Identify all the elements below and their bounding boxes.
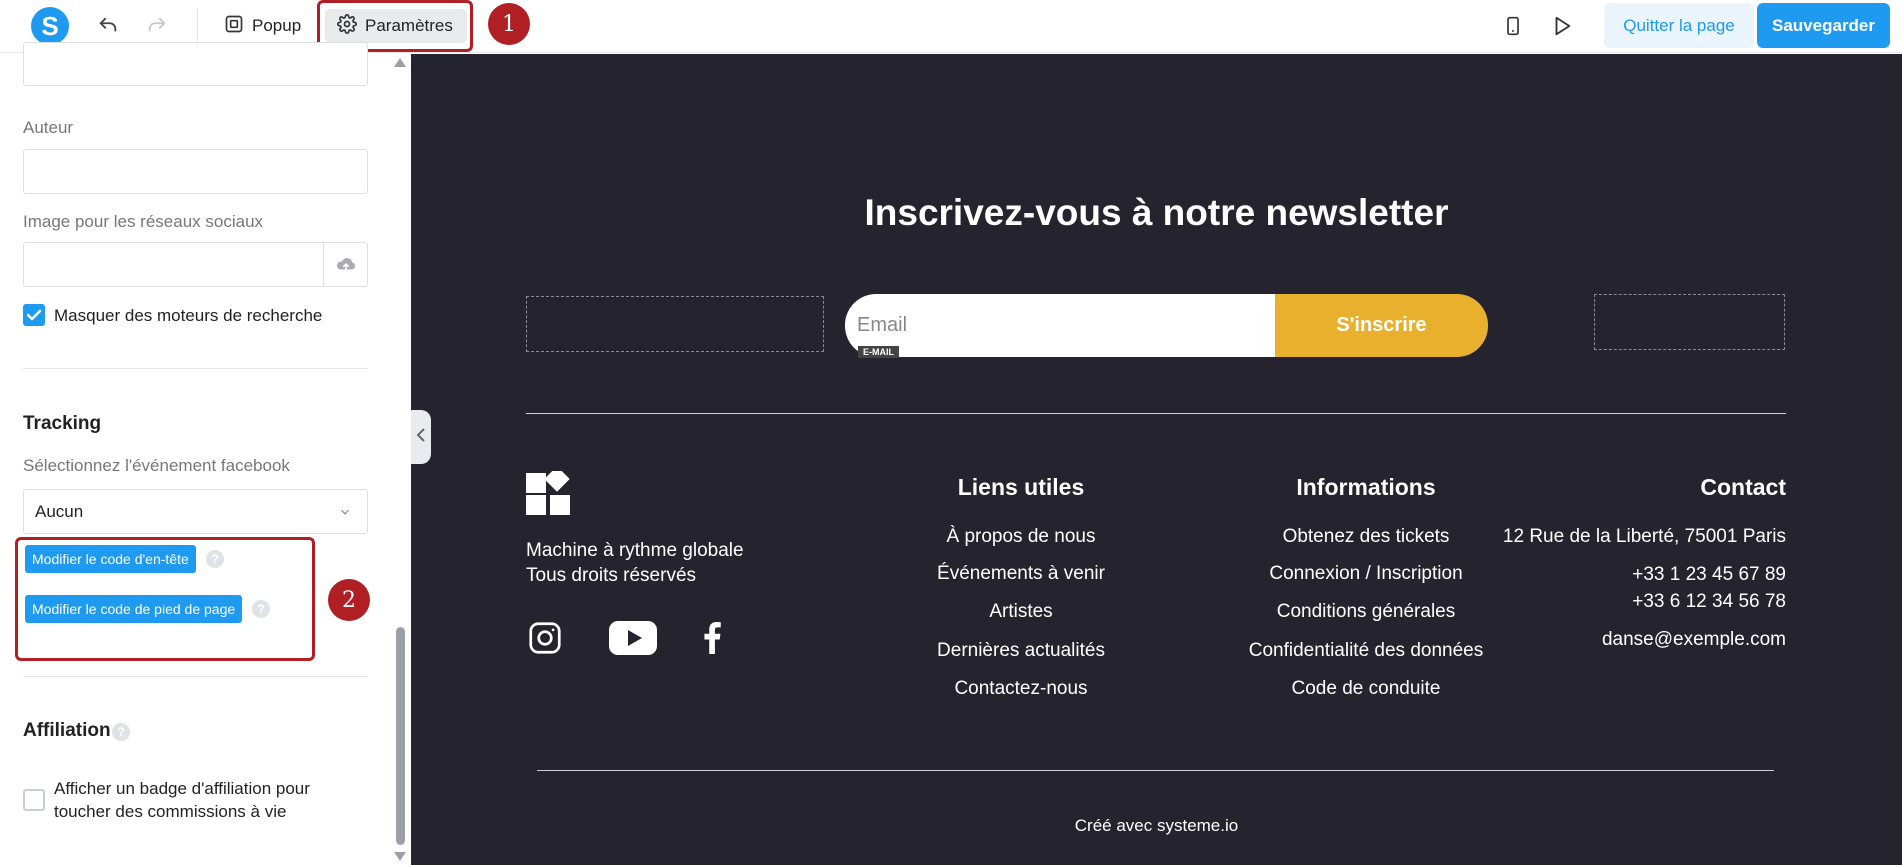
- popup-label: Popup: [252, 16, 302, 35]
- author-label: Auteur: [23, 118, 74, 137]
- subscribe-button[interactable]: S'inscrire: [1275, 294, 1488, 357]
- facebook-event-value: Aucun: [35, 501, 84, 521]
- contact-phone-1[interactable]: +33 1 23 45 67 89: [1486, 564, 1786, 586]
- affiliation-badge-checkbox[interactable]: [23, 789, 45, 811]
- newsletter-title: Inscrivez-vous à notre newsletter: [864, 192, 1449, 233]
- previous-field-input[interactable]: [23, 42, 368, 86]
- contact-title: Contact: [1700, 474, 1786, 500]
- empty-column-placeholder[interactable]: [1594, 294, 1785, 350]
- informations-title: Informations: [1296, 474, 1436, 500]
- systeme-logo[interactable]: S: [31, 7, 69, 45]
- sidebar-scrollbar[interactable]: [396, 627, 405, 845]
- social-image-label: Image pour les réseaux sociaux: [23, 212, 264, 231]
- footer-link[interactable]: Contactez-nous: [896, 678, 1146, 700]
- page-preview-canvas: Inscrivez-vous à notre newsletter Email …: [411, 54, 1902, 865]
- footer-link[interactable]: Artistes: [896, 601, 1146, 623]
- youtube-icon[interactable]: [608, 616, 658, 660]
- facebook-event-select[interactable]: Aucun: [23, 489, 368, 534]
- save-button[interactable]: Sauvegarder: [1757, 3, 1890, 48]
- footer-bottom-divider: [537, 770, 1774, 771]
- newsletter-form: Email S'inscrire: [845, 294, 1488, 357]
- scroll-up-arrow[interactable]: [394, 58, 406, 67]
- brand-logo-icon: [526, 471, 572, 517]
- useful-links-title: Liens utiles: [957, 474, 1085, 500]
- chevron-left-icon: [415, 427, 427, 448]
- instagram-icon[interactable]: [526, 619, 564, 657]
- brand-line-2: Tous droits réservés: [526, 565, 697, 586]
- empty-column-placeholder[interactable]: [526, 296, 824, 352]
- email-field-tag: E-MAIL: [858, 346, 899, 358]
- annotation-highlight-code: [15, 537, 315, 661]
- chevron-down-icon: [338, 504, 352, 524]
- affiliation-badge-label: Afficher un badge d'affiliation pour tou…: [54, 779, 310, 821]
- section-divider: [23, 676, 368, 677]
- footer-link[interactable]: Connexion / Inscription: [1201, 563, 1531, 585]
- author-input[interactable]: [23, 149, 368, 194]
- settings-sidebar: Auteur Image pour les réseaux sociaux Ma…: [0, 42, 411, 865]
- contact-email[interactable]: danse@exemple.com: [1486, 629, 1786, 651]
- footer-divider: [526, 413, 1786, 414]
- footer-link[interactable]: Code de conduite: [1201, 678, 1531, 700]
- scroll-down-arrow[interactable]: [394, 852, 406, 861]
- undo-icon[interactable]: [95, 13, 121, 39]
- collapse-sidebar-button[interactable]: [411, 410, 431, 464]
- toolbar-divider: [197, 8, 198, 46]
- help-icon[interactable]: ?: [112, 723, 130, 741]
- mobile-preview-icon[interactable]: [1500, 13, 1526, 39]
- popup-button[interactable]: Popup: [212, 9, 313, 43]
- credit-text: Créé avec systeme.io: [1074, 816, 1239, 835]
- contact-address: 12 Rue de la Liberté, 75001 Paris: [1502, 526, 1786, 547]
- email-input[interactable]: Email: [845, 294, 1275, 357]
- footer-link[interactable]: À propos de nous: [896, 526, 1146, 548]
- affiliation-title: Affiliation: [23, 720, 111, 741]
- quit-page-button[interactable]: Quitter la page: [1604, 3, 1754, 48]
- annotation-marker-2: 2: [328, 579, 370, 621]
- section-divider: [23, 368, 368, 369]
- contact-phone-2[interactable]: +33 6 12 34 56 78: [1486, 591, 1786, 613]
- annotation-marker-1: 1: [488, 3, 530, 45]
- facebook-event-label: Sélectionnez l'événement facebook: [23, 456, 290, 475]
- facebook-icon[interactable]: [693, 619, 731, 657]
- footer-link[interactable]: Événements à venir: [896, 563, 1146, 585]
- popup-icon: [224, 14, 244, 39]
- footer-link[interactable]: Dernières actualités: [896, 640, 1146, 662]
- footer-link[interactable]: Conditions générales: [1201, 601, 1531, 623]
- footer-link[interactable]: Confidentialité des données: [1201, 640, 1531, 662]
- hide-search-label: Masquer des moteurs de recherche: [54, 306, 323, 325]
- redo-icon[interactable]: [144, 13, 170, 39]
- brand-line-1: Machine à rythme globale: [526, 540, 744, 561]
- social-image-input[interactable]: [23, 242, 368, 287]
- hide-search-checkbox[interactable]: [23, 304, 45, 326]
- play-preview-icon[interactable]: [1549, 13, 1575, 39]
- cloud-upload-icon[interactable]: [323, 243, 367, 286]
- tracking-title: Tracking: [23, 413, 102, 434]
